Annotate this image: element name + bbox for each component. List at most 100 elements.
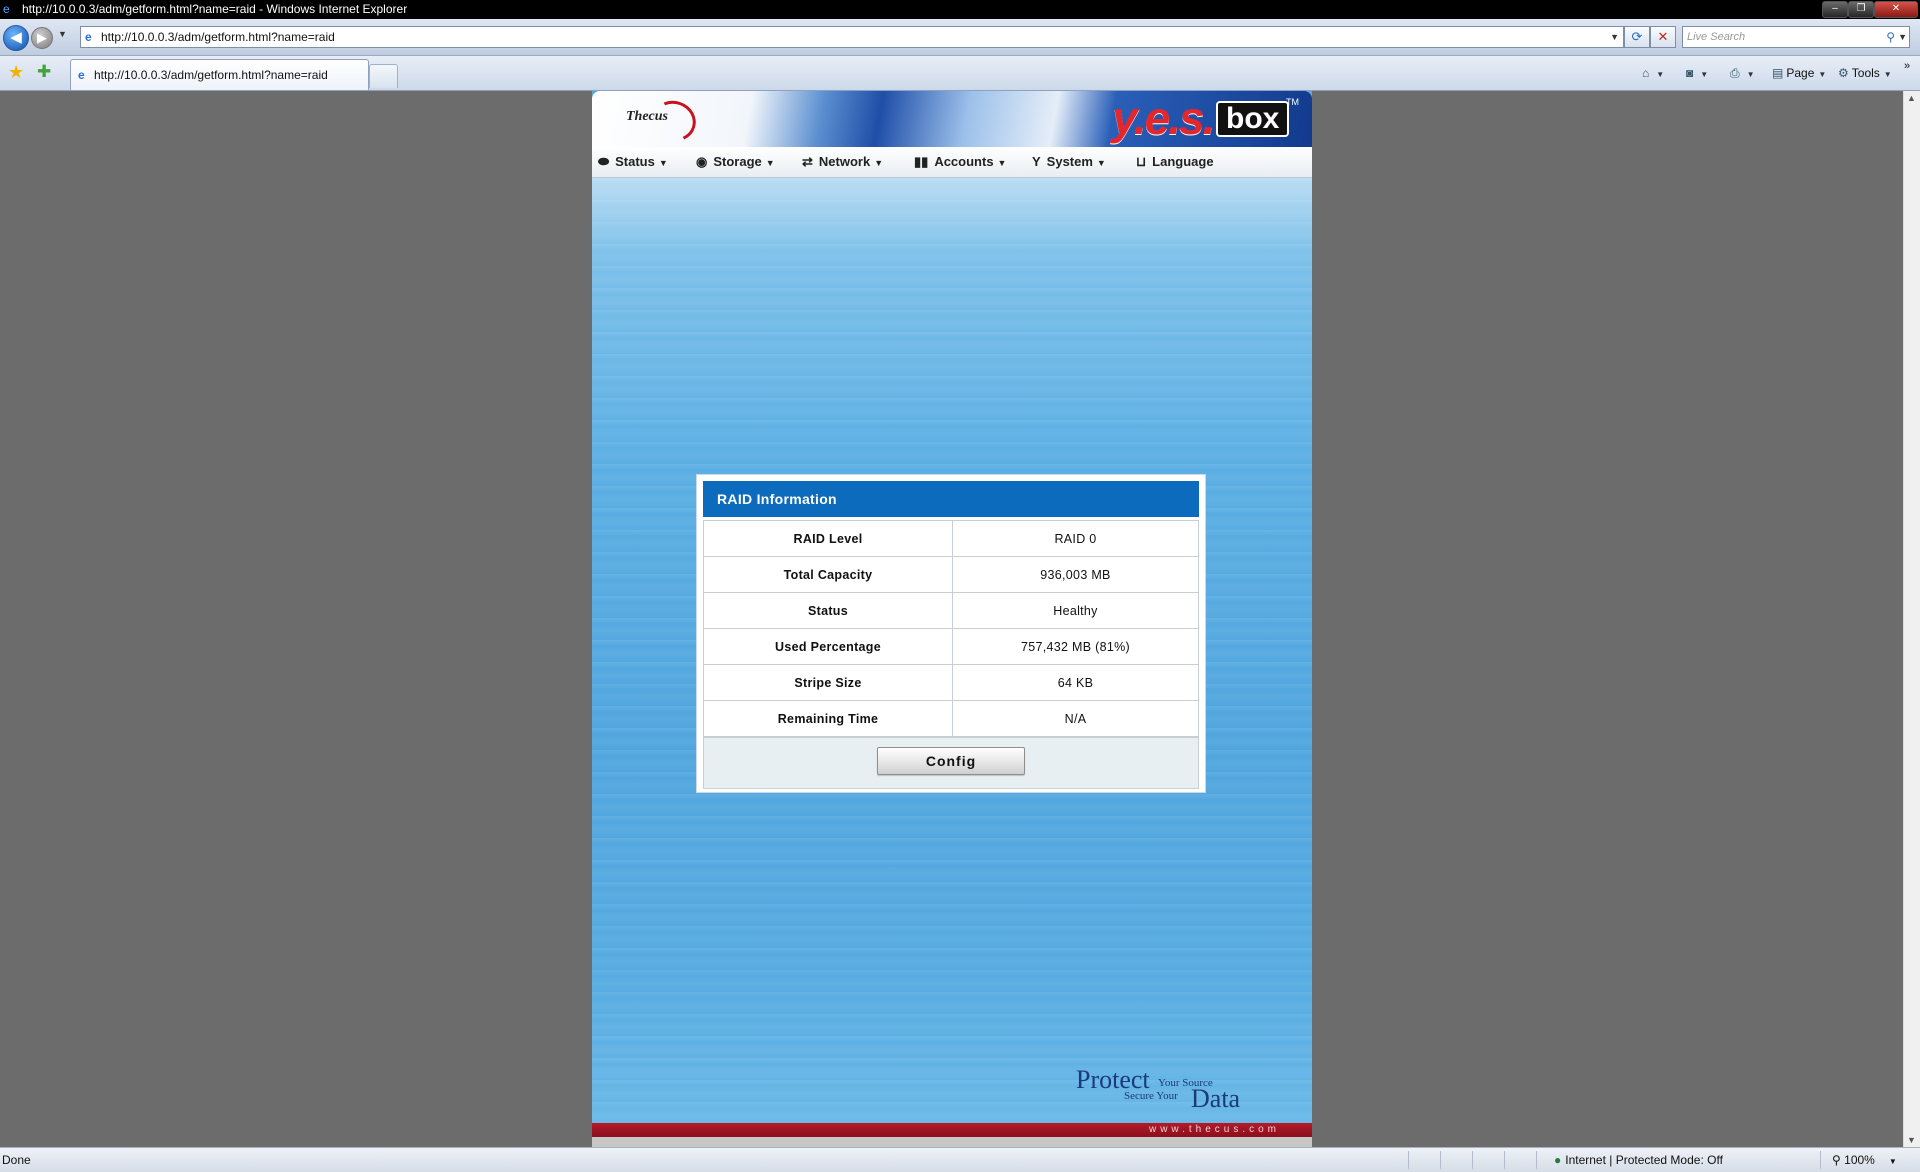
- printer-icon: ⎙: [1730, 66, 1740, 80]
- tools-menu-label: Tools: [1851, 66, 1880, 80]
- table-row: Used Percentage 757,432 MB (81%): [703, 628, 1199, 665]
- address-dropdown[interactable]: ▼: [1610, 27, 1619, 47]
- row-label: Status: [703, 592, 953, 629]
- more-commands-chevron[interactable]: »: [1904, 58, 1910, 74]
- thecus-logo: Thecus: [626, 109, 668, 124]
- row-value: 64 KB: [952, 664, 1199, 701]
- back-button[interactable]: ◀: [3, 25, 29, 51]
- page-menu-label: Page: [1786, 66, 1815, 80]
- minimize-button[interactable]: –: [1822, 1, 1848, 18]
- scroll-up-icon[interactable]: ▲: [1907, 93, 1916, 103]
- footer-strip: [592, 1137, 1312, 1147]
- slogan-logo: Protect Your Source Secure Your Data: [1076, 1066, 1276, 1113]
- network-icon: ⇄: [802, 154, 813, 169]
- row-label: RAID Level: [703, 520, 953, 557]
- footer-bar: www.thecus.com: [592, 1123, 1312, 1137]
- recent-pages-dropdown[interactable]: ▼: [58, 29, 67, 39]
- address-input[interactable]: e http://10.0.0.3/adm/getform.html?name=r…: [80, 26, 1624, 48]
- menu-accounts[interactable]: ▮▮ Accounts ▼: [914, 154, 1006, 171]
- header-banner: Thecus y.e.s. box TM: [592, 91, 1312, 148]
- status-text: Done: [2, 1153, 31, 1167]
- table-row: RAID Level RAID 0: [703, 520, 1199, 557]
- security-zone[interactable]: ● Internet | Protected Mode: Off: [1554, 1153, 1723, 1167]
- nas-web-app: Thecus y.e.s. box TM ⬬ Status ▼ ◉ Storage ▼ …: [592, 91, 1312, 1147]
- menu-language-label: Language: [1152, 154, 1214, 169]
- table-row: Remaining Time N/A: [703, 700, 1199, 737]
- favorites-star-icon[interactable]: ★: [8, 62, 24, 83]
- home-button[interactable]: ⌂ ▼: [1642, 65, 1664, 83]
- row-label: Remaining Time: [703, 700, 953, 737]
- status-divider: [1472, 1151, 1473, 1169]
- status-icon: ⬬: [598, 154, 610, 169]
- tab-bar: ★ ✚ e http://10.0.0.3/adm/getform.html?na…: [0, 56, 1920, 91]
- row-label: Stripe Size: [703, 664, 953, 701]
- main-menu: ⬬ Status ▼ ◉ Storage ▼ ⇄ Network ▼ ▮▮ Accounts ▼…: [592, 147, 1312, 178]
- page-viewport: Thecus y.e.s. box TM ⬬ Status ▼ ◉ Storage ▼ …: [0, 91, 1903, 1147]
- vertical-scrollbar[interactable]: ▲ ▼: [1903, 91, 1920, 1147]
- row-value: RAID 0: [952, 520, 1199, 557]
- tab-raid[interactable]: e http://10.0.0.3/adm/getform.html?name=r…: [70, 59, 369, 90]
- forward-button[interactable]: ▶: [31, 27, 53, 49]
- restore-button[interactable]: ❐: [1848, 1, 1874, 18]
- chevron-down-icon: ▼: [997, 158, 1007, 168]
- menu-system[interactable]: Y System ▼: [1032, 154, 1106, 171]
- search-dropdown[interactable]: ▼: [1898, 27, 1907, 47]
- search-placeholder: Live Search: [1687, 31, 1746, 43]
- new-tab-button[interactable]: [369, 64, 398, 88]
- tab-label: http://10.0.0.3/adm/getform.html?name=ra…: [94, 68, 328, 82]
- status-divider: [1820, 1151, 1821, 1169]
- page-menu-button[interactable]: ▤ Page ▼: [1772, 65, 1826, 83]
- search-input[interactable]: Live Search ⚲ ▼: [1682, 26, 1910, 48]
- menu-status[interactable]: ⬬ Status ▼: [598, 154, 668, 171]
- system-icon: Y: [1032, 154, 1041, 169]
- address-text: http://10.0.0.3/adm/getform.html?name=ra…: [101, 30, 335, 44]
- add-favorites-icon[interactable]: ✚: [37, 62, 51, 82]
- slogan-secure-your: Secure Your: [1124, 1090, 1178, 1102]
- footer-url: www.thecus.com: [1148, 1124, 1280, 1135]
- rss-icon: ◙: [1686, 66, 1694, 80]
- status-divider: [1408, 1151, 1409, 1169]
- status-divider: [1440, 1151, 1441, 1169]
- panel-title: RAID Information: [717, 491, 837, 507]
- page-doc-icon: ▤: [1772, 66, 1784, 80]
- refresh-icon: ⟳: [1631, 29, 1643, 44]
- scroll-down-icon[interactable]: ▼: [1907, 1135, 1916, 1145]
- chevron-down-icon: ▼: [765, 158, 775, 168]
- accounts-icon: ▮▮: [914, 154, 929, 169]
- zoom-control[interactable]: ⚲ 100% ▼: [1832, 1153, 1897, 1167]
- panel-footer: Config: [703, 737, 1199, 789]
- chevron-down-icon: ▼: [658, 158, 668, 168]
- back-arrow-icon: ◀: [10, 29, 22, 46]
- menu-network[interactable]: ⇄ Network ▼: [802, 154, 883, 171]
- refresh-button[interactable]: ⟳: [1624, 26, 1650, 48]
- config-button[interactable]: Config: [877, 747, 1025, 775]
- row-value: 936,003 MB: [952, 556, 1199, 593]
- yes-logo: y.e.s.: [1112, 92, 1215, 144]
- row-value: 757,432 MB (81%): [952, 628, 1199, 665]
- row-value: Healthy: [952, 592, 1199, 629]
- box-logo: box: [1216, 101, 1290, 137]
- print-button[interactable]: ⎙ ▼: [1730, 65, 1755, 83]
- zoom-level: 100%: [1844, 1153, 1875, 1167]
- search-icon[interactable]: ⚲: [1886, 27, 1895, 47]
- row-label: Total Capacity: [703, 556, 953, 593]
- globe-icon: ●: [1554, 1153, 1562, 1167]
- storage-icon: ◉: [696, 154, 708, 169]
- menu-storage[interactable]: ◉ Storage ▼: [696, 154, 775, 171]
- raid-info-table: RAID Level RAID 0 Total Capacity 936,003…: [703, 520, 1199, 737]
- feeds-button[interactable]: ◙ ▼: [1686, 65, 1708, 83]
- status-divider: [1536, 1151, 1537, 1169]
- stop-button[interactable]: ✕: [1650, 26, 1676, 48]
- close-button[interactable]: ✕: [1874, 1, 1918, 18]
- status-divider: [1504, 1151, 1505, 1169]
- forward-arrow-icon: ▶: [37, 30, 47, 45]
- window-title: http://10.0.0.3/adm/getform.html?name=ra…: [22, 2, 408, 16]
- chevron-down-icon: ▼: [1096, 158, 1106, 168]
- security-zone-label: Internet | Protected Mode: Off: [1565, 1153, 1723, 1167]
- address-toolbar: ◀ ▶ ▼ e http://10.0.0.3/adm/getform.html?…: [0, 19, 1920, 56]
- table-row: Stripe Size 64 KB: [703, 664, 1199, 701]
- tab-page-icon: e: [78, 68, 85, 82]
- tools-menu-button[interactable]: ⚙ Tools ▼: [1838, 65, 1892, 83]
- menu-language[interactable]: ⊔ Language: [1136, 154, 1214, 170]
- menu-system-label: System: [1046, 154, 1093, 169]
